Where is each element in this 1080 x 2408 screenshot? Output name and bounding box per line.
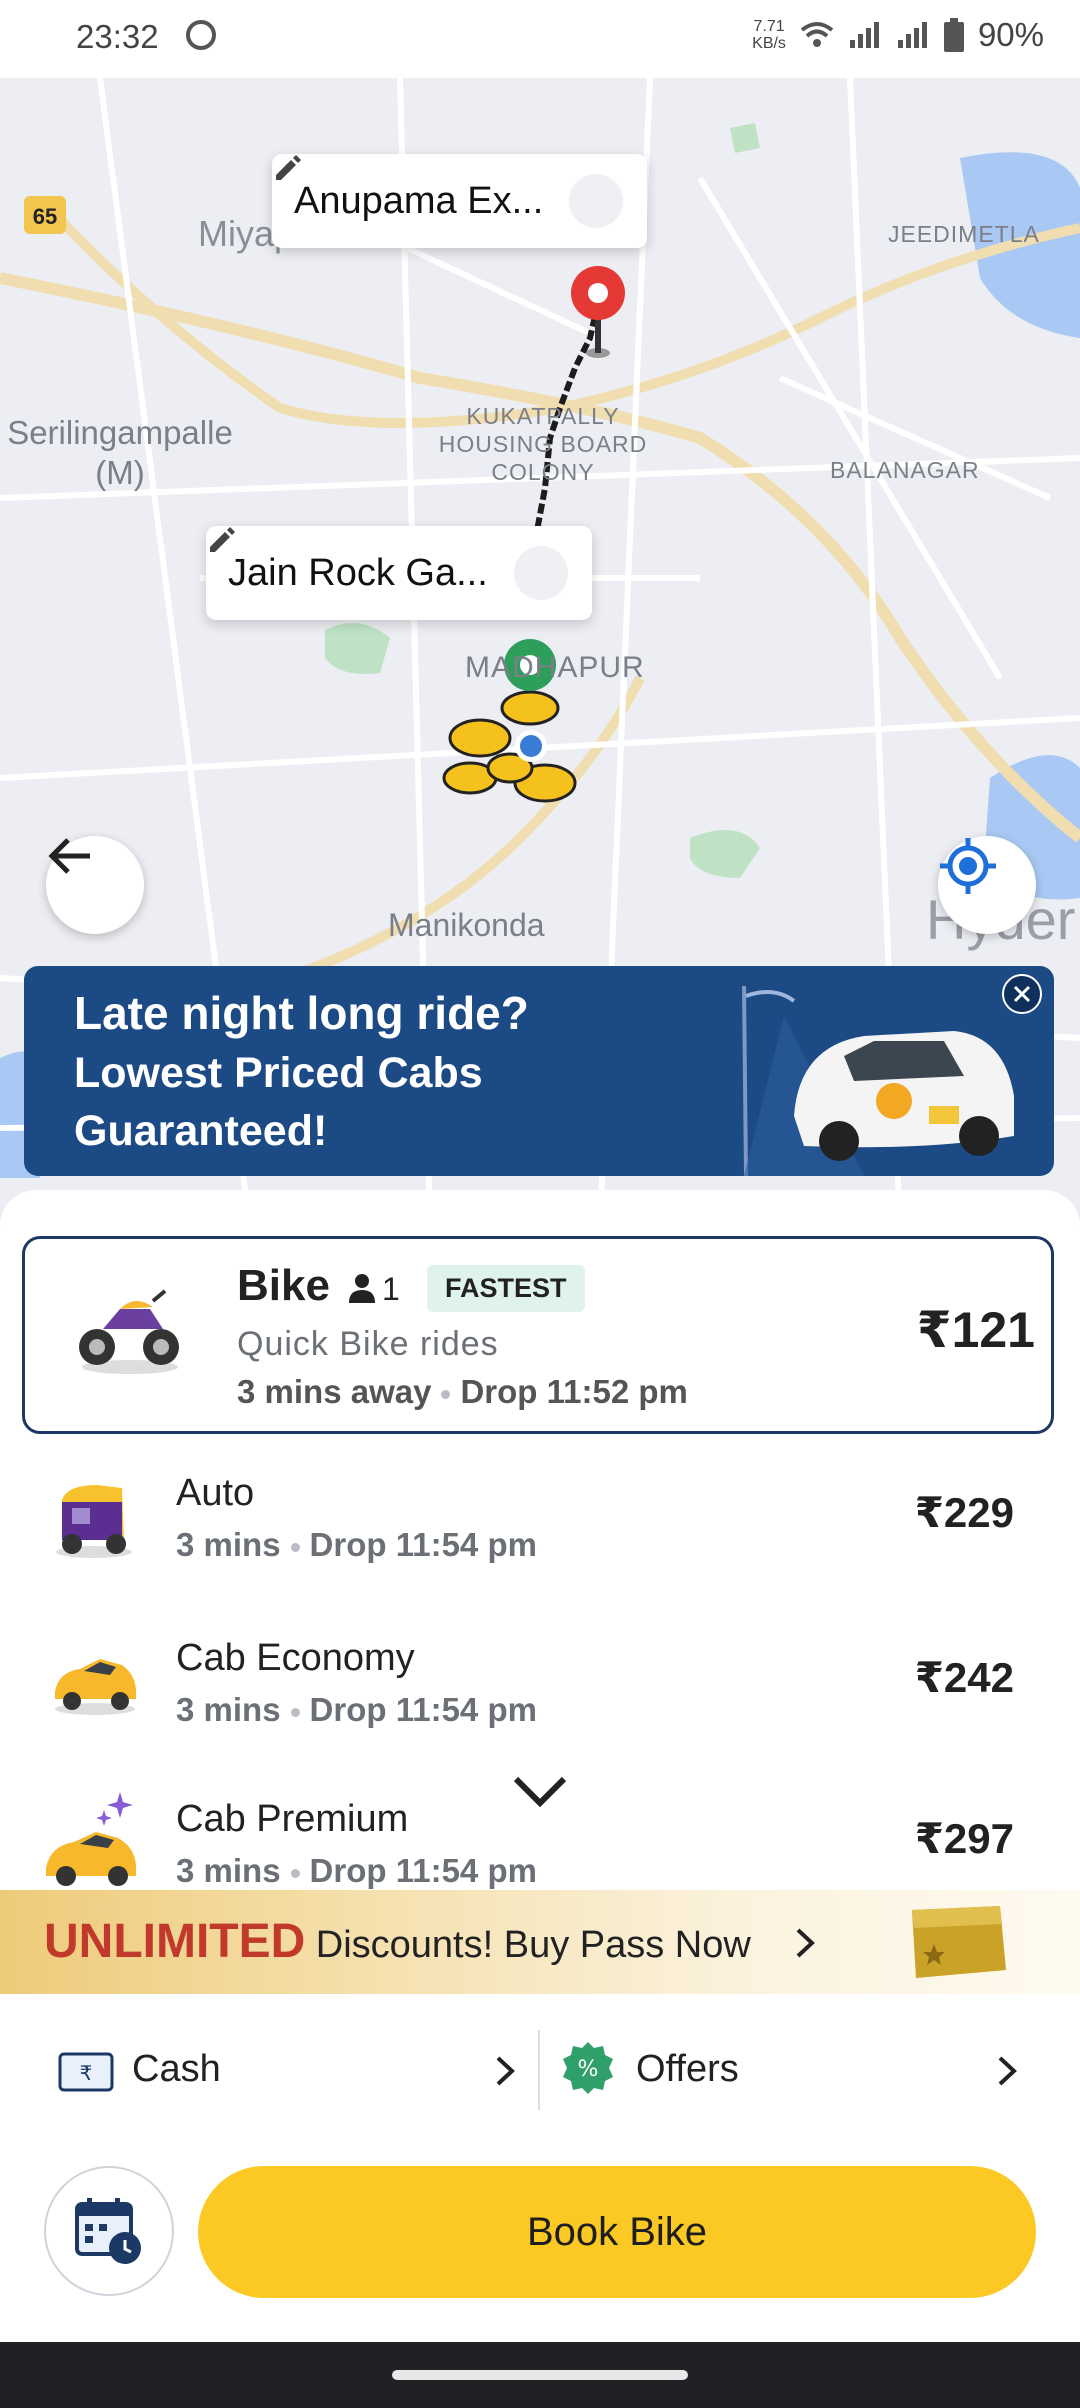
promo-car-image xyxy=(724,985,1044,1176)
bike-drop-time: Drop 11:52 pm xyxy=(460,1373,688,1410)
schedule-ride-button[interactable] xyxy=(44,2166,174,2296)
chevron-right-icon xyxy=(998,2056,1017,2086)
svg-text:₹: ₹ xyxy=(80,2061,93,2085)
drop-location-label: Anupama Ex... xyxy=(294,179,544,222)
cab-economy-icon xyxy=(50,1647,140,1717)
ride-price-auto: ₹229 xyxy=(914,1489,1014,1536)
status-bar: 23:32 7.71 KB/s 90% xyxy=(0,0,1080,78)
payment-method-button[interactable]: ₹ Cash xyxy=(0,1994,538,2144)
payment-method-label: Cash xyxy=(132,2048,221,2090)
map-label-madhapur: MADHAPUR xyxy=(465,651,645,684)
cab-economy-drop-time: Drop 11:54 pm xyxy=(309,1691,537,1728)
auto-eta: 3 mins xyxy=(176,1526,281,1563)
cab-premium-eta: 3 mins xyxy=(176,1852,281,1889)
status-time: 23:32 xyxy=(76,18,159,55)
map-label-balanagar: BALANAGAR xyxy=(830,457,980,483)
cab-premium-drop-time: Drop 11:54 pm xyxy=(309,1852,537,1889)
auto-icon xyxy=(52,1480,136,1560)
net-speed-unit: KB/s xyxy=(752,35,786,52)
battery-level: 90% xyxy=(977,16,1044,53)
unlimited-text: UNLIMITED xyxy=(44,1915,306,1968)
wifi-icon xyxy=(800,22,834,47)
home-gesture-handle[interactable] xyxy=(392,2370,688,2380)
navigation-bar xyxy=(0,2342,1080,2408)
status-indicators: 7.71 KB/s 90% xyxy=(752,16,1044,54)
ride-option-cab-economy[interactable]: Cab Economy 3 mins Drop 11:54 pm ₹242 xyxy=(0,1625,1080,1745)
ride-price-cab-economy: ₹242 xyxy=(914,1654,1014,1701)
bike-icon xyxy=(75,1279,185,1379)
chevron-right-icon xyxy=(796,1928,815,1958)
schedule-calendar-icon xyxy=(75,2198,141,2264)
map-label-highway: 65 xyxy=(32,204,58,229)
pass-banner-text: UNLIMITED Discounts! Buy Pass Now xyxy=(44,1914,751,1969)
cab-premium-icon xyxy=(42,1790,142,1890)
back-arrow-icon xyxy=(48,838,90,874)
bike-eta: 3 mins away xyxy=(237,1373,432,1410)
edit-pickup-icon[interactable] xyxy=(210,527,568,600)
map-label-serilingampalle: Serilingampalle (M) xyxy=(7,414,233,491)
ride-name-cab-economy: Cab Economy xyxy=(176,1637,415,1679)
pass-banner[interactable]: UNLIMITED Discounts! Buy Pass Now xyxy=(0,1890,1080,1994)
book-button[interactable]: Book Bike xyxy=(198,2166,1036,2298)
close-icon xyxy=(1013,985,1031,1003)
drop-location-bubble[interactable]: Anupama Ex... xyxy=(272,154,648,248)
ride-eta-cab-economy: 3 mins Drop 11:54 pm xyxy=(176,1691,537,1729)
fastest-badge: FASTEST xyxy=(427,1265,585,1312)
ride-price-bike: ₹121 xyxy=(916,1302,1035,1358)
back-button[interactable] xyxy=(46,836,144,934)
locate-icon xyxy=(940,838,996,894)
pass-card-icon xyxy=(904,1904,1008,1980)
net-speed-value: 7.71 xyxy=(753,18,785,35)
offers-button[interactable]: % Offers xyxy=(540,1994,1080,2144)
ride-eta-cab-premium: 3 mins Drop 11:54 pm xyxy=(176,1852,537,1890)
promo-banner[interactable]: Late night long ride? Lowest Priced Cabs… xyxy=(24,966,1054,1176)
ride-option-bike-selected[interactable]: Bike 1 FASTEST Quick Bike rides 3 mins a… xyxy=(22,1236,1054,1434)
signal-icon-1 xyxy=(849,22,879,48)
battery-icon xyxy=(943,18,964,52)
expand-rides-button[interactable] xyxy=(508,1768,572,1812)
ride-price-cab-premium: ₹297 xyxy=(914,1815,1014,1862)
map-label-kukatpally: KUKATPALLY HOUSING BOARD COLONY xyxy=(438,403,648,485)
offers-label: Offers xyxy=(636,2048,739,2090)
app-notification-icon xyxy=(186,20,216,50)
ride-eta-auto: 3 mins Drop 11:54 pm xyxy=(176,1526,537,1564)
net-speed: 7.71 KB/s xyxy=(752,18,786,52)
cab-economy-eta: 3 mins xyxy=(176,1691,281,1728)
map-label-manikonda: Manikonda xyxy=(388,907,545,943)
ride-description-bike: Quick Bike rides xyxy=(237,1325,499,1363)
ride-option-auto[interactable]: Auto 3 mins Drop 11:54 pm ₹229 xyxy=(0,1460,1080,1580)
pickup-location-bubble[interactable]: Jain Rock Ga... xyxy=(206,526,592,620)
pass-cta-text: Discounts! Buy Pass Now xyxy=(315,1924,751,1966)
promo-title: Late night long ride? xyxy=(74,987,529,1039)
drop-pin-icon xyxy=(571,266,625,358)
promo-subtitle: Lowest Priced Cabs Guaranteed! xyxy=(74,1049,483,1155)
promo-close-button[interactable] xyxy=(1002,974,1042,1014)
chevron-down-icon xyxy=(513,1776,567,1807)
map-label-jeedimetla: JEEDIMETLA xyxy=(888,221,1040,247)
auto-drop-time: Drop 11:54 pm xyxy=(309,1526,537,1563)
payment-row: ₹ Cash % Offers xyxy=(0,1994,1080,2144)
offers-icon: % xyxy=(563,2042,613,2094)
ride-eta-bike: 3 mins away Drop 11:52 pm xyxy=(237,1373,688,1411)
ride-name-auto: Auto xyxy=(176,1472,255,1514)
svg-text:%: % xyxy=(578,2057,599,2082)
ride-name-bike: Bike xyxy=(237,1261,330,1310)
person-icon xyxy=(349,1274,375,1303)
recenter-location-button[interactable] xyxy=(938,836,1036,934)
ride-name-cab-premium: Cab Premium xyxy=(176,1798,409,1840)
cash-icon: ₹ xyxy=(58,2052,114,2092)
chevron-right-icon xyxy=(496,2056,515,2086)
pickup-location-label: Jain Rock Ga... xyxy=(228,551,488,594)
signal-icon-2 xyxy=(897,22,927,48)
seat-count: 1 xyxy=(382,1271,400,1307)
edit-drop-icon[interactable] xyxy=(276,155,624,228)
